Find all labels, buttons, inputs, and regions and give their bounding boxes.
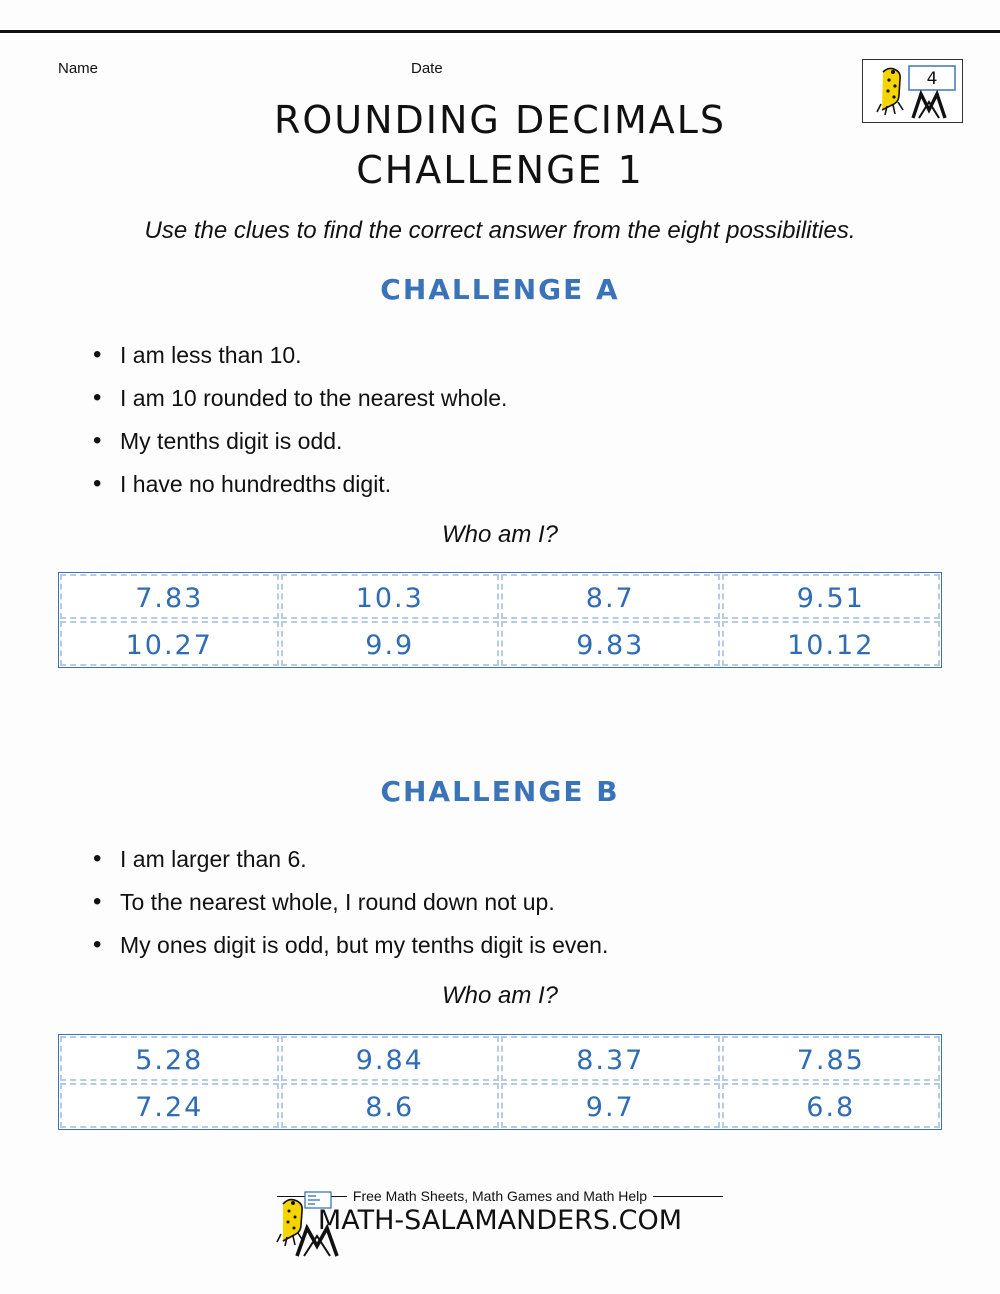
option-cell[interactable]: 9.83 [501,621,720,666]
option-cell[interactable]: 9.7 [501,1083,720,1128]
clue-item: I have no hundredths digit. [88,462,908,506]
challenge-a-question: Who am I? [441,521,559,548]
option-cell[interactable]: 6.8 [721,1083,940,1128]
grade-badge-text: 4 [927,69,938,89]
option-cell[interactable]: 5.28 [60,1036,279,1081]
clue-item: To the nearest whole, I round down not u… [88,880,908,924]
challenge-b-question: Who am I? [441,982,559,1009]
options-row: 10.27 9.9 9.83 10.12 [59,620,941,667]
option-cell[interactable]: 7.85 [721,1036,940,1081]
option-cell[interactable]: 9.9 [280,621,499,666]
option-cell[interactable]: 9.84 [280,1036,499,1081]
challenge-a-options-grid: 7.83 10.3 8.7 9.51 10.27 9.9 9.83 10.12 [58,572,942,668]
option-cell[interactable]: 7.24 [60,1083,279,1128]
challenge-a-heading: CHALLENGE A [380,273,620,306]
option-cell[interactable]: 10.3 [280,574,499,619]
option-cell[interactable]: 8.6 [280,1083,499,1128]
footer: Free Math Sheets, Math Games and Math He… [0,1188,1000,1257]
clue-item: I am less than 10. [88,333,908,377]
option-cell[interactable]: 10.27 [60,621,279,666]
clue-item: I am larger than 6. [88,837,908,881]
option-cell[interactable]: 8.7 [501,574,720,619]
options-row: 7.83 10.3 8.7 9.51 [59,573,941,620]
options-row: 5.28 9.84 8.37 7.85 [59,1035,941,1082]
footer-rule-right [653,1195,724,1197]
clue-item: My tenths digit is odd. [88,419,908,463]
footer-tagline: Free Math Sheets, Math Games and Math He… [352,1188,648,1204]
top-divider [0,30,1000,33]
footer-salamander-logo [265,1190,351,1265]
page-title-line1: ROUNDING DECIMALS [273,98,727,142]
worksheet-page: Name Date 4 ROUNDING DECIMALS CHALLENGE … [0,0,1000,1294]
option-cell[interactable]: 7.83 [60,574,279,619]
option-cell[interactable]: 10.12 [721,621,940,666]
date-label: Date [411,60,443,77]
option-cell[interactable]: 9.51 [721,574,940,619]
option-cell[interactable]: 8.37 [501,1036,720,1081]
clue-item: I am 10 rounded to the nearest whole. [88,376,908,420]
challenge-b-heading: CHALLENGE B [380,775,620,808]
options-row: 7.24 8.6 9.7 6.8 [59,1082,941,1129]
page-title-line2: CHALLENGE 1 [356,148,644,192]
challenge-b-options-grid: 5.28 9.84 8.37 7.85 7.24 8.6 9.7 6.8 [58,1034,942,1130]
clue-item: My ones digit is odd, but my tenths digi… [88,923,908,967]
challenge-a-clue-list: I am less than 10. I am 10 rounded to th… [88,333,908,506]
challenge-b-clue-list: I am larger than 6. To the nearest whole… [88,837,908,967]
instructions: Use the clues to find the correct answer… [144,217,856,244]
name-label: Name [58,60,99,77]
